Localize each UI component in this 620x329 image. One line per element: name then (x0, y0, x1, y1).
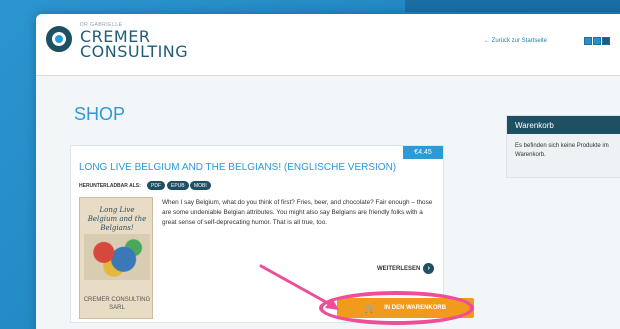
cover-illustration (84, 234, 150, 280)
format-badge-pdf: PDF (147, 181, 165, 190)
product-title[interactable]: LONG LIVE BELGIUM AND THE BELGIANS! (ENG… (79, 162, 429, 173)
logo-text-consulting[interactable]: CONSULTING (80, 42, 188, 61)
chevron-right-icon: › (423, 263, 435, 274)
product-description: When I say Belgium, what do you think of… (162, 199, 433, 226)
download-formats-label: HERUNTERLADBAR ALS: (79, 183, 141, 189)
price-badge: €4.45 (403, 146, 443, 159)
cover-author: CREMER CONSULTING SARL (83, 297, 151, 311)
read-more-label: WEITERLESEN (377, 265, 421, 272)
cart-empty-message: Es befinden sich keine Produkte im Waren… (515, 143, 609, 158)
highlight-circle (319, 291, 474, 325)
back-to-home-link[interactable]: ← Zurück zur Startseite (484, 38, 547, 44)
site-header: DR GABRIELLE CREMER CONSULTING ← Zurück … (36, 14, 620, 76)
format-badge-epub: EPUB (167, 181, 189, 190)
read-more-link[interactable]: WEITERLESEN › (377, 263, 435, 274)
background-bar (405, 0, 620, 12)
logo-icon[interactable] (46, 26, 72, 52)
page-title: SHOP (74, 104, 126, 124)
book-cover-image[interactable]: Long Live Belgium and the Belgians! CREM… (79, 197, 153, 319)
language-de-flag-icon[interactable] (593, 37, 601, 45)
cart-panel: Warenkorb Es befinden sich keine Produkt… (506, 115, 620, 178)
cart-title: Warenkorb (507, 116, 620, 134)
cover-title: Long Live Belgium and the Belgians! (87, 206, 147, 232)
language-fr-flag-icon[interactable] (602, 37, 610, 45)
language-en-flag-icon[interactable] (584, 37, 592, 45)
format-badge-mobi: MOBI (190, 181, 211, 190)
